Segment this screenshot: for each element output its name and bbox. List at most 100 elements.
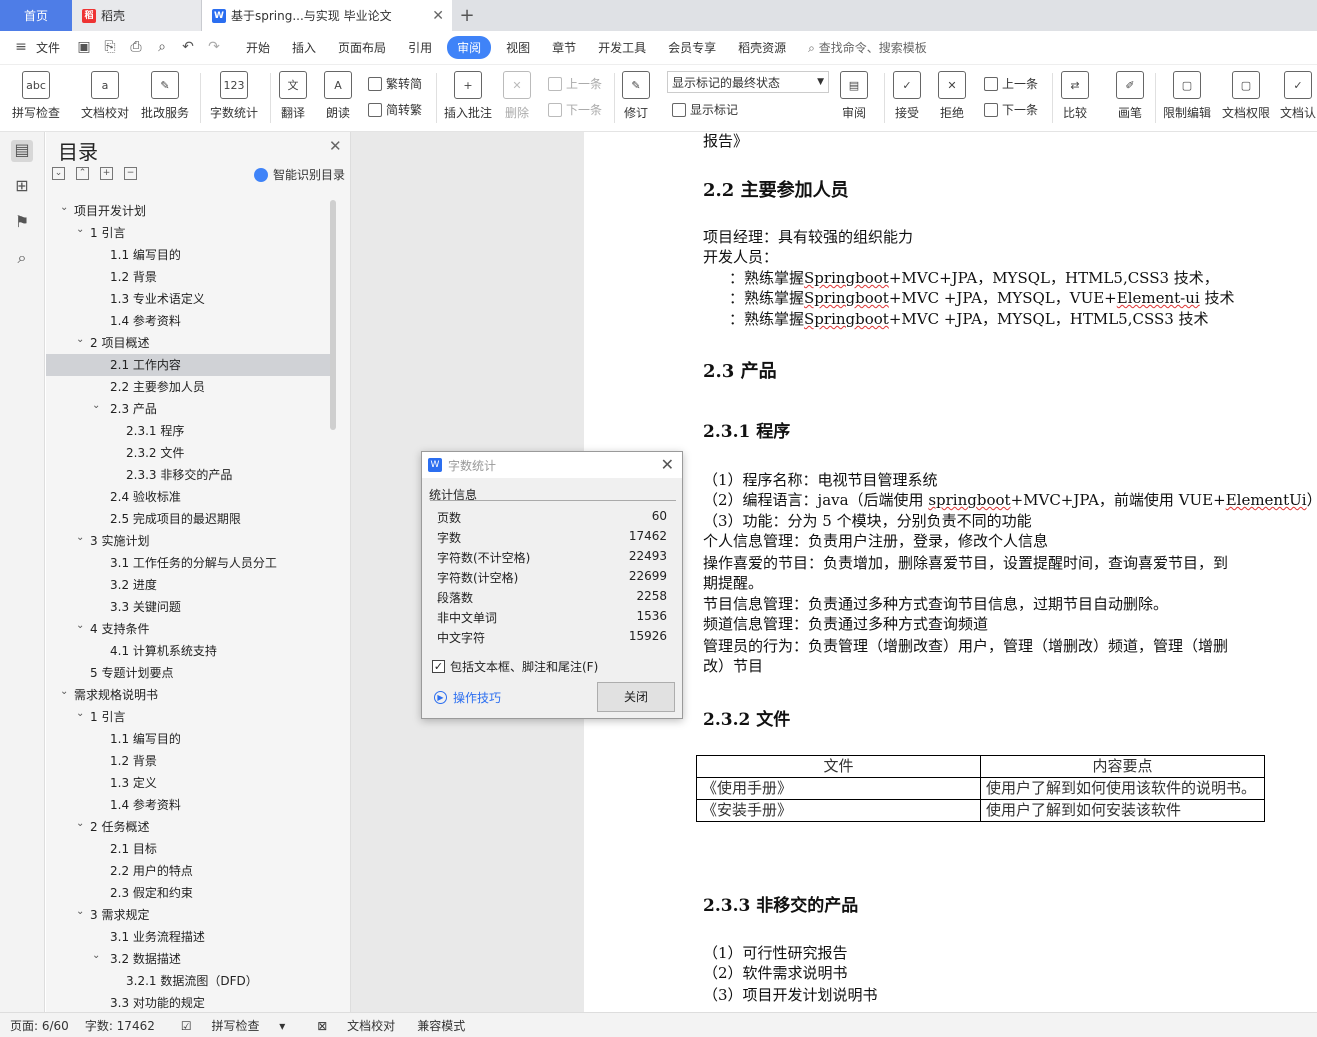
prev-comment-button[interactable]: 上一条 [548,75,602,92]
close-tab-icon[interactable]: ✕ [432,8,444,24]
markup-state-select[interactable]: 显示标记的最终状态 ▼ [667,71,829,93]
include-footnotes-checkbox[interactable]: ✓ 包括文本框、脚注和尾注(F) [432,658,598,675]
chevron-down-icon[interactable]: ⌄ [76,703,84,725]
bookmark-icon[interactable]: ⚑ [11,212,33,234]
toc-item[interactable]: 3.1 业务流程描述 [46,926,331,948]
toc-item[interactable]: 3.2 进度 [46,574,331,596]
pen-button[interactable]: ✐ 画笔 [1116,71,1144,121]
close-icon[interactable]: ✕ [329,137,342,155]
toc-item[interactable]: 2.3.2 文件 [46,442,331,464]
toc-item[interactable]: 3.3 对功能的规定 [46,992,331,1014]
chevron-down-icon[interactable]: ⌄ [76,901,84,923]
toc-item[interactable]: 1.2 背景 [46,750,331,772]
spell-check-button[interactable]: abc 拼写检查 [12,71,60,121]
hamburger-icon[interactable]: ≡ [12,39,30,57]
toc-item[interactable]: 2.5 完成项目的最迟期限 [46,508,331,530]
toc-item[interactable]: 2.3.1 程序 [46,420,331,442]
toc-item[interactable]: 3.1 工作任务的分解与人员分工 [46,552,331,574]
prev-change-button[interactable]: 上一条 [984,75,1038,92]
reject-button[interactable]: ✕ 拒绝 [938,71,966,121]
smart-toc-button[interactable]: 智能识别目录 [254,166,345,183]
new-tab-icon[interactable]: + [452,0,482,31]
chevron-down-icon[interactable]: ⌄ [76,329,84,351]
search-icon[interactable]: ⌕ [11,248,33,270]
menu-view[interactable]: 视图 [495,39,541,56]
toc-item[interactable]: ⌄ 1 引言 [46,222,331,244]
doc-rights-button[interactable]: ▢ 文档权限 [1222,71,1270,121]
accept-button[interactable]: ✓ 接受 [893,71,921,121]
toc-item[interactable]: 2.2 主要参加人员 [46,376,331,398]
doc-proof-button[interactable]: a 文档校对 [81,71,129,121]
collapse-all-icon[interactable]: ⌄ [52,167,65,180]
toc-item[interactable]: ⌄ 1 引言 [46,706,331,728]
command-search[interactable]: ⌕ 查找命令、搜索模板 [797,39,938,56]
s2t-button[interactable]: 简转繁 [368,101,422,118]
add-item-icon[interactable]: + [100,167,113,180]
nav-panel-icon[interactable]: ⊞ [11,176,33,198]
menu-member[interactable]: 会员专享 [657,39,727,56]
translate-button[interactable]: 文翻译 [279,71,307,121]
toc-item[interactable]: ⌄ 项目开发计划 [46,200,331,222]
restrict-edit-button[interactable]: ▢ 限制编辑 [1163,71,1211,121]
next-change-button[interactable]: 下一条 [984,101,1038,118]
review-pane-button[interactable]: ▤ 审阅 [840,71,868,121]
toc-item[interactable]: 5 专题计划要点 [46,662,331,684]
menu-file[interactable]: 文件 [34,39,71,56]
toc-item[interactable]: ⌄ 2.3 产品 [46,398,331,420]
chevron-down-icon[interactable]: ⌄ [92,945,100,967]
expand-icon[interactable]: ⌃ [76,167,89,180]
preview-icon[interactable]: ⌕ [153,39,171,57]
toc-item[interactable]: 2.3 假定和约束 [46,882,331,904]
toc-scrollbar[interactable] [330,200,336,430]
tab-home[interactable]: 首页 [0,0,72,31]
toc-item[interactable]: 3.3 关键问题 [46,596,331,618]
document-page[interactable]: 报告》 2.2 主要参加人员 项目经理：具有较强的组织能力 开发人员： ：熟练掌… [584,132,1317,1012]
show-marks-button[interactable]: 显示标记 [672,101,738,118]
chevron-down-icon[interactable]: ⌄ [92,395,100,417]
toc-item[interactable]: ⌄ 3 实施计划 [46,530,331,552]
batch-service-button[interactable]: ✎ 批改服务 [141,71,189,121]
toc-item[interactable]: ⌄ 3 需求规定 [46,904,331,926]
menu-review[interactable]: 审阅 [447,36,492,59]
toc-item[interactable]: ⌄ 4 支持条件 [46,618,331,640]
toc-item[interactable]: 1.4 参考资料 [46,794,331,816]
menu-insert[interactable]: 插入 [281,39,327,56]
menu-daoke[interactable]: 稻壳资源 [727,39,797,56]
toc-item[interactable]: 1.1 编写目的 [46,728,331,750]
page-indicator[interactable]: 页面: 6/60 [10,1017,69,1034]
toc-item[interactable]: 2.1 工作内容 [46,354,331,376]
doc-auth-button[interactable]: ✓ 文档认 [1280,71,1316,121]
word-count-indicator[interactable]: 字数: 17462 [85,1017,155,1034]
menu-devtools[interactable]: 开发工具 [587,39,657,56]
print-icon[interactable]: ⎙ [127,39,145,57]
menu-reference[interactable]: 引用 [397,39,443,56]
toc-item[interactable]: 1.3 专业术语定义 [46,288,331,310]
revise-button[interactable]: ✎ 修订 [622,71,650,121]
toc-item[interactable]: 1.4 参考资料 [46,310,331,332]
close-button[interactable]: 关闭 [597,682,675,712]
read-aloud-button[interactable]: A 朗读 [324,71,352,121]
chevron-down-icon[interactable]: ⌄ [76,219,84,241]
compare-button[interactable]: ⇄ 比较 [1061,71,1089,121]
toc-item[interactable]: 2.2 用户的特点 [46,860,331,882]
toc-item[interactable]: 1.2 背景 [46,266,331,288]
redo-icon[interactable]: ↷ [205,39,223,57]
proof-status[interactable]: ⊠ 文档校对 [307,1017,401,1034]
chevron-down-icon[interactable]: ⌄ [76,813,84,835]
toc-item[interactable]: 2.1 目标 [46,838,331,860]
delete-comment-button[interactable]: ✕ 删除 [503,71,531,121]
toc-item[interactable]: ⌄ 3.2 数据描述 [46,948,331,970]
toc-item[interactable]: 2.3.3 非移交的产品 [46,464,331,486]
toc-panel-icon[interactable]: ▤ [11,140,33,162]
toc-item[interactable]: 4.1 计算机系统支持 [46,640,331,662]
close-icon[interactable]: ✕ [661,455,674,474]
spell-check-status[interactable]: ☑ 拼写检查 ▾ [171,1017,291,1034]
toc-item[interactable]: 2.4 验收标准 [46,486,331,508]
chevron-down-icon[interactable]: ⌄ [60,197,68,219]
toc-item[interactable]: 3.2.1 数据流图（DFD） [46,970,331,992]
undo-icon[interactable]: ↶ [179,39,197,57]
menu-chapter[interactable]: 章节 [541,39,587,56]
export-icon[interactable]: ⎘ [101,39,119,57]
tab-daoke[interactable]: 稻稻壳 [72,0,202,31]
insert-comment-button[interactable]: + 插入批注 [444,71,492,121]
